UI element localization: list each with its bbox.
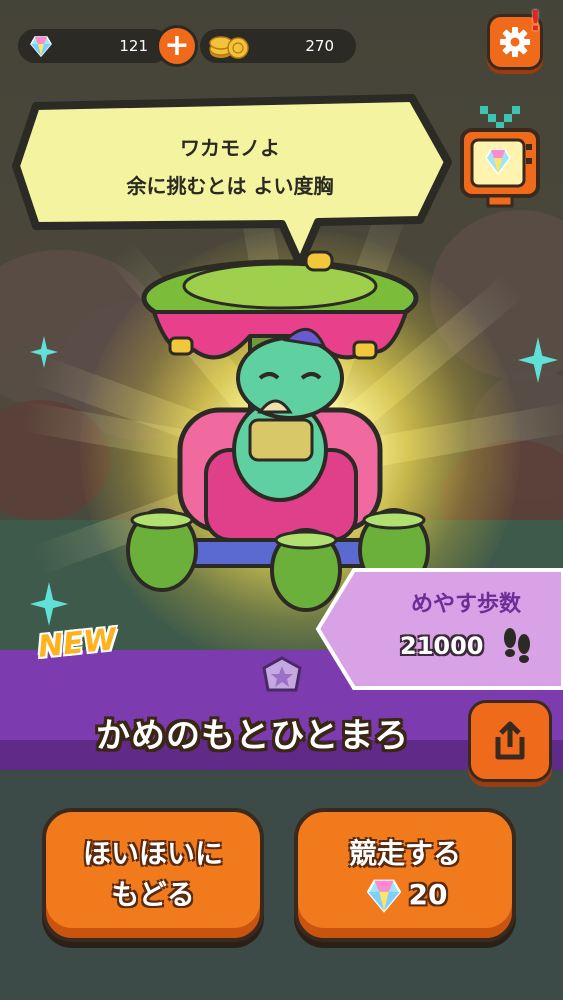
footprints-icon	[504, 628, 530, 663]
steps-value: 21000	[400, 632, 484, 660]
coin-count: 270	[305, 37, 334, 55]
race-cost: 20	[363, 875, 448, 916]
character-name: かめのもとひとまろ	[96, 716, 410, 756]
coin-counter: 270	[200, 29, 356, 63]
plus-icon: +	[164, 28, 190, 63]
share-icon	[495, 721, 525, 760]
notification-alert-icon: !	[529, 4, 542, 37]
sparkle-icon	[518, 337, 558, 383]
race-button[interactable]: 競走する 20	[294, 808, 516, 942]
speech-line-1: ワカモノよ	[180, 136, 280, 160]
race-button-label: 競走する	[348, 837, 461, 871]
gear-icon	[500, 27, 530, 57]
share-button[interactable]	[468, 700, 552, 782]
tv-icon[interactable]	[450, 100, 546, 216]
gem-icon	[30, 36, 52, 58]
coin-icon	[209, 36, 249, 59]
race-cost-value: 20	[408, 878, 448, 911]
gem-counter: 121	[18, 29, 170, 63]
star-icon	[262, 656, 302, 692]
back-button-line-2: もどる	[111, 878, 195, 911]
sparkle-icon	[30, 336, 58, 368]
gem-icon	[366, 879, 401, 913]
speech-line-2: 余に挑むとは よい度胸	[126, 174, 334, 198]
back-to-hoihoi-button[interactable]: ほいほいに もどる	[42, 808, 264, 942]
add-gems-button[interactable]: +	[156, 25, 198, 67]
steps-label: めやす歩数	[410, 592, 521, 617]
back-button-line-1: ほいほいに	[82, 837, 223, 871]
sparkle-icon	[29, 582, 69, 626]
gem-count: 121	[119, 37, 148, 55]
